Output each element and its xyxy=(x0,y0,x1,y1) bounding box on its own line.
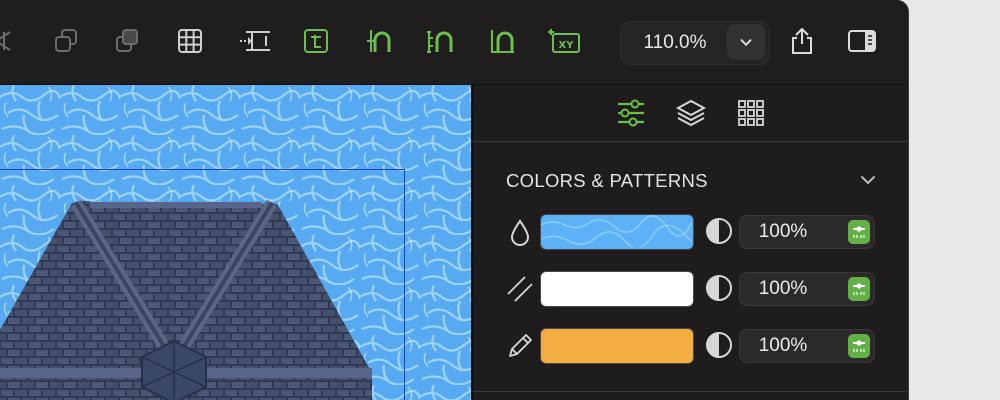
align-path-icon[interactable] xyxy=(361,25,395,57)
pattern-swatch[interactable] xyxy=(540,271,694,307)
snap-to-object-icon[interactable] xyxy=(299,25,333,57)
tab-layers[interactable] xyxy=(673,95,709,131)
map-canvas[interactable] xyxy=(0,85,471,400)
pattern-opacity-field[interactable]: 100% xyxy=(739,272,875,306)
pattern-row: 100% xyxy=(473,270,908,310)
opacity-icon xyxy=(706,332,732,358)
send-to-back-icon[interactable] xyxy=(111,25,145,57)
slider-toggle-icon xyxy=(853,226,865,238)
bring-forward-icon[interactable] xyxy=(50,25,84,57)
fill-drop-icon[interactable] xyxy=(505,217,535,247)
section-divider xyxy=(473,391,908,392)
hatch-lines-icon[interactable] xyxy=(505,274,535,304)
fill-opacity-field[interactable]: 100% xyxy=(739,215,875,249)
pattern-opacity-slider-button[interactable] xyxy=(848,277,870,301)
zoom-control[interactable]: 110.0% xyxy=(620,21,770,65)
inspector-panel: COLORS & PATTERNS 100% 100% 100% xyxy=(472,85,908,400)
distribute-horizontal-icon[interactable] xyxy=(236,25,276,57)
opacity-icon xyxy=(706,275,732,301)
stroke-row: 100% xyxy=(473,327,908,367)
toolbar: XY 110.0% xyxy=(0,0,908,85)
sliders-icon xyxy=(618,99,644,127)
stroke-opacity-slider-button[interactable] xyxy=(848,334,870,358)
chevron-down-icon xyxy=(740,39,752,47)
share-icon[interactable] xyxy=(785,25,819,57)
snap-angle-icon[interactable] xyxy=(486,25,520,57)
grid-icon[interactable] xyxy=(173,25,207,57)
opacity-icon xyxy=(706,218,732,244)
zoom-value[interactable]: 110.0% xyxy=(621,22,729,64)
stroke-opacity-value[interactable]: 100% xyxy=(740,330,826,362)
sidebar-toggle-icon[interactable] xyxy=(845,25,879,57)
section-title: COLORS & PATTERNS xyxy=(506,170,708,191)
slider-toggle-icon xyxy=(853,283,865,295)
pencil-icon[interactable] xyxy=(505,331,535,361)
stroke-swatch[interactable] xyxy=(540,328,694,364)
slider-toggle-icon xyxy=(853,340,865,352)
section-collapse-chevron-icon[interactable] xyxy=(858,170,878,190)
stroke-opacity-field[interactable]: 100% xyxy=(739,329,875,363)
panel-tabs xyxy=(473,85,908,142)
tab-style-settings[interactable] xyxy=(613,95,649,131)
selection-outline xyxy=(0,169,405,400)
zoom-dropdown-button[interactable] xyxy=(727,24,765,60)
fill-row: 100% xyxy=(473,213,908,253)
fill-opacity-slider-button[interactable] xyxy=(848,220,870,244)
app-window: XY 110.0% COLORS & PATTERNS 100% 100% 10… xyxy=(0,0,909,400)
xy-label: XY xyxy=(559,40,575,51)
xy-coordinates-icon[interactable]: XY xyxy=(546,25,582,57)
fill-opacity-value[interactable]: 100% xyxy=(740,216,826,248)
fill-swatch[interactable] xyxy=(540,214,694,250)
send-backward-icon[interactable] xyxy=(0,25,20,57)
layers-icon xyxy=(675,99,707,127)
pattern-opacity-value[interactable]: 100% xyxy=(740,273,826,305)
grid-library-icon xyxy=(738,100,764,126)
tab-library[interactable] xyxy=(733,95,769,131)
snap-distance-icon[interactable] xyxy=(423,25,457,57)
